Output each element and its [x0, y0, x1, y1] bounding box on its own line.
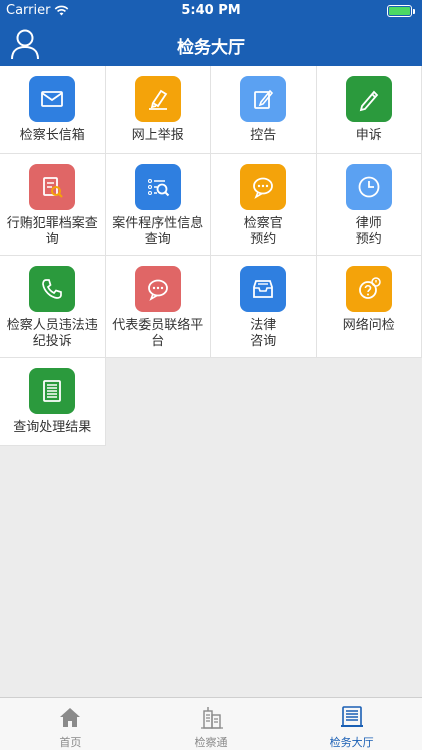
service-item[interactable]: 律师 预约: [316, 154, 422, 256]
service-label: 代表委员联络平台: [112, 318, 204, 349]
pencil-icon: [345, 76, 392, 122]
building-icon: [201, 707, 223, 729]
tab-label: 首页: [59, 736, 82, 749]
chat-bubble-icon: [240, 164, 287, 210]
tab-building[interactable]: 检察通: [141, 698, 282, 750]
service-item[interactable]: 控告: [211, 66, 317, 154]
tab-label: 检察通: [194, 736, 228, 749]
highlighter-icon: [134, 76, 181, 122]
battery-icon: [387, 5, 415, 17]
service-item[interactable]: 检察长信箱: [0, 66, 106, 154]
service-item[interactable]: 代表委员联络平台: [105, 256, 211, 358]
question-bubble-icon: [345, 266, 392, 312]
page-title: 检务大厅: [177, 38, 245, 58]
tab-stack[interactable]: 检务大厅: [281, 698, 422, 750]
clock-icon: [345, 164, 392, 210]
tab-home[interactable]: 首页: [0, 698, 141, 750]
service-label: 行贿犯罪档案查询: [6, 216, 98, 247]
document-list-icon: [29, 368, 76, 414]
service-label: 法律 咨询: [250, 318, 277, 349]
service-label: 检察长信箱: [19, 128, 85, 143]
service-label: 检察官 预约: [243, 216, 283, 247]
tab-bar: 首页 检察通 检务大厅: [0, 697, 422, 750]
service-label: 检察人员违法违纪投诉: [6, 318, 98, 349]
service-item[interactable]: 检察人员违法违纪投诉: [0, 256, 106, 358]
service-grid: 检察长信箱 网上举报 控告 申诉行贿犯罪档案查询 案件程序性信息查询 检察官 预约 律师 预…: [0, 66, 422, 446]
document-search-icon: [29, 164, 76, 210]
status-time: 5:40 PM: [181, 3, 241, 18]
list-search-icon: [134, 164, 181, 210]
service-item[interactable]: 申诉: [316, 66, 422, 154]
service-label: 申诉: [355, 128, 382, 143]
service-label: 律师 预约: [355, 216, 382, 247]
service-label: 网络问检: [342, 318, 395, 333]
service-item[interactable]: 网上举报: [105, 66, 211, 154]
service-item[interactable]: 检察官 预约: [211, 154, 317, 256]
mail-icon: [29, 76, 76, 122]
service-label: 控告: [250, 128, 277, 143]
service-label: 网上举报: [131, 128, 184, 143]
nav-bar: 检务大厅: [0, 22, 422, 66]
service-item[interactable]: 行贿犯罪档案查询: [0, 154, 106, 256]
service-label: 查询处理结果: [13, 420, 92, 435]
service-item[interactable]: 查询处理结果: [0, 358, 106, 446]
chat-bubble-icon: [134, 266, 181, 312]
phone-icon: [29, 266, 76, 312]
inbox-icon: [240, 266, 287, 312]
home-icon: [60, 708, 81, 727]
service-item[interactable]: 法律 咨询: [211, 256, 317, 358]
service-item[interactable]: 网络问检: [316, 256, 422, 358]
edit-icon: [240, 76, 287, 122]
tab-label: 检务大厅: [329, 736, 374, 749]
status-bar: Carrier 5:40 PM: [0, 0, 422, 22]
service-item[interactable]: 案件程序性信息查询: [105, 154, 211, 256]
service-label: 案件程序性信息查询: [112, 216, 204, 247]
stack-icon: [340, 706, 363, 727]
